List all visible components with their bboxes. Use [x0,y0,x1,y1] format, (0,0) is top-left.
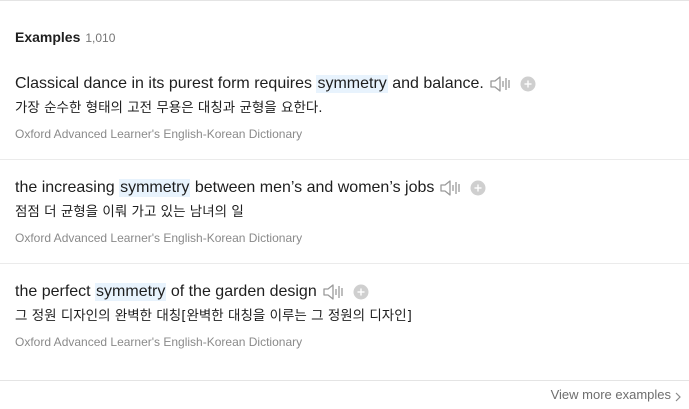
highlighted-keyword: symmetry [119,179,191,197]
view-more-examples-link[interactable]: View more examples [551,387,681,402]
section-title: Examples [15,29,81,45]
example-sentence: the perfect symmetry of the garden desig… [15,280,689,304]
highlighted-keyword: symmetry [316,75,388,93]
example-sentence: Classical dance in its purest form requi… [15,72,689,96]
sentence-text-before: the increasing [15,179,120,196]
chevron-right-icon [675,390,681,401]
add-to-wordbook-icon[interactable] [520,76,536,92]
add-to-wordbook-icon[interactable] [353,284,369,300]
sentence-text-before: the perfect [15,283,96,300]
examples-header: Examples 1,010 [15,29,115,45]
example-item: the perfect symmetry of the garden desig… [0,280,689,351]
divider [0,263,689,264]
sentence-text-after: of the garden design [166,283,317,300]
speaker-icon[interactable] [439,178,463,198]
sentence-text-before: Classical dance in its purest form requi… [15,75,317,92]
sentence-text-after: between men’s and women’s jobs [190,179,435,196]
speaker-icon[interactable] [489,74,513,94]
example-translation: 점점 더 균형을 이뤄 가고 있는 남녀의 일 [15,204,244,220]
example-count: 1,010 [85,31,116,45]
highlighted-keyword: symmetry [95,283,167,301]
example-sentence: the increasing symmetry between men’s an… [15,176,689,200]
add-to-wordbook-icon[interactable] [470,180,486,196]
example-translation: 가장 순수한 형태의 고전 무용은 대칭과 균형을 요한다. [15,100,323,116]
view-more-label: View more examples [550,387,671,402]
examples-footer: View more examples [0,380,689,409]
example-item: Classical dance in its purest form requi… [0,72,689,143]
example-source: Oxford Advanced Learner's English-Korean… [15,127,303,141]
examples-panel: Examples 1,010 Classical dance in its pu… [0,0,689,409]
example-item: the increasing symmetry between men’s an… [0,176,689,247]
sentence-text-after: and balance. [387,75,484,92]
speaker-icon[interactable] [322,282,346,302]
example-source: Oxford Advanced Learner's English-Korean… [15,335,303,349]
example-translation: 그 정원 디자인의 완벽한 대칭[완벽한 대칭을 이루는 그 정원의 디자인] [15,308,412,324]
example-source: Oxford Advanced Learner's English-Korean… [15,231,303,245]
divider [0,159,689,160]
